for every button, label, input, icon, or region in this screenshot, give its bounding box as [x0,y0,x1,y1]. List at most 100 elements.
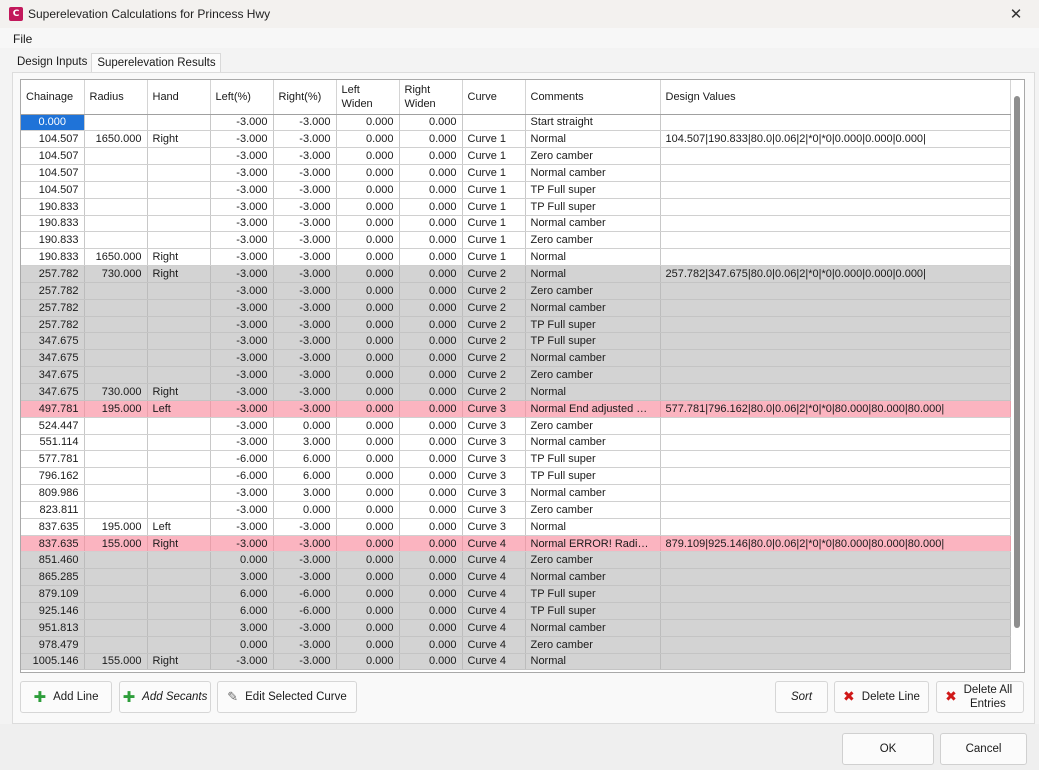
table-cell[interactable]: TP Full super [525,198,661,216]
tab-design-inputs[interactable]: Design Inputs [12,53,91,73]
table-row[interactable]: 347.675 -3.000 -3.000 0.000 0.000 Curve 2 Norm… [21,349,1011,368]
table-cell[interactable] [147,114,211,132]
table-row[interactable]: 0.000 -3.000 -3.000 0.000 0.000 Start straigh… [21,114,1011,132]
table-cell[interactable]: -3.000 [273,551,337,570]
table-cell[interactable]: Normal [525,265,661,283]
table-cell[interactable]: 0.000 [399,265,463,283]
table-cell[interactable]: 0.000 [336,198,400,216]
table-cell[interactable]: 0.000 [336,215,400,233]
table-cell[interactable] [660,619,1011,637]
add-secants-button[interactable]: ✚ Add Secants [119,681,211,713]
table-cell[interactable]: Curve 1 [462,231,526,250]
table-cell[interactable]: TP Full super [525,602,661,620]
table-row[interactable]: 823.811 -3.000 0.000 0.000 0.000 Curve 3 Zero … [21,501,1011,519]
table-cell[interactable]: 0.000 [399,282,463,300]
table-cell[interactable]: 851.460 [21,551,85,570]
table-cell[interactable]: 0.000 [336,114,400,132]
table-cell[interactable] [84,551,148,570]
results-grid[interactable]: Chainage Radius Hand Left(%) Right(%) Left Wi… [20,79,1025,673]
table-cell[interactable] [660,215,1011,233]
table-cell[interactable]: 0.000 [336,147,400,166]
table-cell[interactable] [84,181,148,199]
table-cell[interactable]: 1005.146 [21,653,85,671]
column-header[interactable]: Right Widen [399,80,463,115]
column-header[interactable]: Left(%) [210,80,274,115]
table-cell[interactable]: -3.000 [273,164,337,182]
table-cell[interactable]: Normal camber [525,619,661,637]
table-cell[interactable] [84,114,148,132]
cancel-button[interactable]: Cancel [940,733,1027,765]
table-cell[interactable] [147,619,211,637]
table-cell[interactable]: 0.000 [210,551,274,570]
column-header[interactable]: Hand [147,80,211,115]
table-cell[interactable]: 978.479 [21,636,85,654]
table-cell[interactable]: -3.000 [273,619,337,637]
table-cell[interactable]: -3.000 [210,299,274,317]
table-cell[interactable]: 257.782|347.675|80.0|0.06|2|*0|*0|0.000|… [660,265,1011,283]
table-row[interactable]: 809.986 -3.000 3.000 0.000 0.000 Curve 3 Norma… [21,484,1011,502]
table-row[interactable]: 257.782 -3.000 -3.000 0.000 0.000 Curve 2 TP F… [21,316,1011,334]
menu-file[interactable]: File [13,32,32,46]
table-cell[interactable] [660,602,1011,620]
table-cell[interactable]: 257.782 [21,299,85,317]
table-cell[interactable]: 823.811 [21,501,85,519]
table-cell[interactable]: Normal [525,248,661,267]
delete-all-entries-button[interactable]: ✖ Delete All Entries [936,681,1024,713]
table-row[interactable]: 865.285 3.000 -3.000 0.000 0.000 Curve 4 Norma… [21,568,1011,587]
table-cell[interactable] [147,164,211,182]
table-cell[interactable]: Normal camber [525,568,661,587]
table-cell[interactable]: 809.986 [21,484,85,502]
table-cell[interactable] [660,248,1011,267]
table-cell[interactable]: TP Full super [525,332,661,351]
table-cell[interactable]: Normal [525,383,661,401]
table-cell[interactable]: TP Full super [525,585,661,603]
table-cell[interactable] [660,568,1011,587]
table-cell[interactable] [660,349,1011,368]
table-cell[interactable] [147,147,211,166]
table-cell[interactable]: Curve 2 [462,349,526,368]
table-cell[interactable]: -3.000 [273,231,337,250]
table-cell[interactable]: -3.000 [210,332,274,351]
table-cell[interactable]: 104.507 [21,181,85,199]
table-cell[interactable]: -3.000 [210,265,274,283]
table-cell[interactable]: -3.000 [273,282,337,300]
table-cell[interactable]: -3.000 [273,349,337,368]
table-cell[interactable]: 0.000 [336,653,400,671]
table-row[interactable]: 104.507 -3.000 -3.000 0.000 0.000 Curve 1 Norm… [21,164,1011,182]
column-header[interactable]: Chainage [21,80,85,115]
table-cell[interactable]: -3.000 [210,231,274,250]
table-row[interactable]: 925.146 6.000 -6.000 0.000 0.000 Curve 4 TP Fu… [21,602,1011,620]
table-cell[interactable]: Normal camber [525,484,661,502]
table-cell[interactable]: -6.000 [273,585,337,603]
table-cell[interactable] [660,282,1011,300]
edit-selected-curve-button[interactable]: ✎ Edit Selected Curve [217,681,357,713]
table-cell[interactable]: -6.000 [273,602,337,620]
table-cell[interactable]: 6.000 [273,450,337,469]
table-cell[interactable]: -3.000 [210,434,274,452]
table-cell[interactable] [660,366,1011,384]
table-cell[interactable]: Curve 2 [462,265,526,283]
table-cell[interactable]: 0.000 [336,265,400,283]
table-cell[interactable]: 0.000 [399,417,463,435]
table-cell[interactable]: 0.000 [399,147,463,166]
table-cell[interactable] [660,114,1011,132]
table-cell[interactable]: Right [147,130,211,149]
table-row[interactable]: 796.162 -6.000 6.000 0.000 0.000 Curve 3 TP Fu… [21,467,1011,486]
table-cell[interactable] [660,316,1011,334]
table-cell[interactable]: Curve 3 [462,518,526,536]
table-cell[interactable]: 837.635 [21,535,85,553]
table-cell[interactable]: -3.000 [210,114,274,132]
table-cell[interactable] [147,551,211,570]
table-cell[interactable]: Curve 2 [462,383,526,401]
table-cell[interactable]: 0.000 [399,332,463,351]
table-cell[interactable] [147,316,211,334]
table-cell[interactable]: 0.000 [336,316,400,334]
table-cell[interactable]: 0.000 [399,434,463,452]
table-cell[interactable]: 577.781|796.162|80.0|0.06|2|*0|*0|80.000… [660,400,1011,418]
table-cell[interactable]: Normal camber [525,434,661,452]
table-cell[interactable] [147,434,211,452]
table-row[interactable]: 577.781 -6.000 6.000 0.000 0.000 Curve 3 TP Fu… [21,450,1011,469]
table-cell[interactable] [147,417,211,435]
table-cell[interactable]: Curve 2 [462,299,526,317]
table-cell[interactable]: -3.000 [210,484,274,502]
